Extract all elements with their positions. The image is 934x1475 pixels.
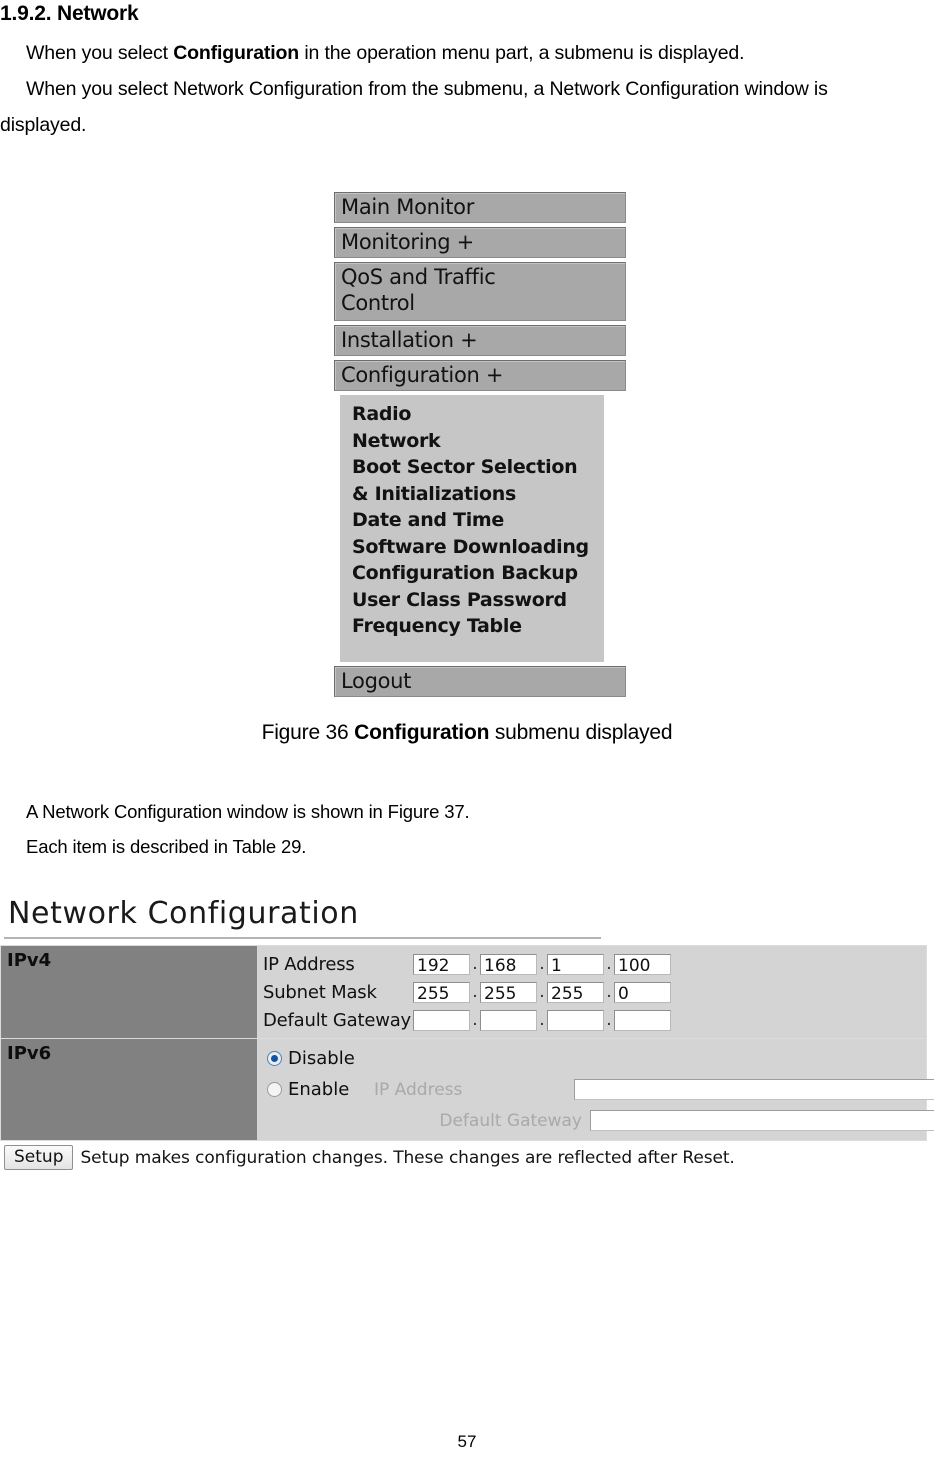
ipv4-section-label: IPv4 xyxy=(1,946,257,1038)
ipv4-separator-dot: . xyxy=(606,982,612,1002)
submenu-item-initializations[interactable]: & Initializations xyxy=(352,481,604,508)
ipv4-subnet-mask-octet-1[interactable]: 255 xyxy=(413,981,470,1004)
ipv4-subnet-mask-row: Subnet Mask 255 . 255 . 255 . 0 xyxy=(263,978,926,1006)
ipv4-default-gateway-octet-4[interactable] xyxy=(614,1009,671,1031)
submenu-item-network[interactable]: Network xyxy=(352,428,604,455)
menu-item-qos-line-1: QoS and Traffic xyxy=(341,265,496,289)
submenu-item-software-downloading[interactable]: Software Downloading xyxy=(352,534,604,561)
ipv4-separator-dot: . xyxy=(472,982,478,1002)
page-heading: 1.9.2. Network xyxy=(0,2,139,25)
ipv4-default-gateway-row: Default Gateway . . . xyxy=(263,1006,926,1034)
intro-paragraph-1: When you select Configuration in the ope… xyxy=(26,36,745,70)
ipv4-ip-address-label: IP Address xyxy=(263,953,355,975)
configuration-submenu-panel: Radio Network Boot Sector Selection & In… xyxy=(340,395,604,662)
ipv4-separator-dot: . xyxy=(606,1010,612,1030)
submenu-item-configuration-backup[interactable]: Configuration Backup xyxy=(352,560,604,587)
page-number: 57 xyxy=(457,1432,477,1451)
ipv6-enable-label[interactable]: Enable xyxy=(288,1079,374,1100)
intro-paragraph-3: displayed. xyxy=(0,114,87,136)
setup-bar: Setup Setup makes configuration changes.… xyxy=(0,1141,925,1172)
ipv4-separator-dot: . xyxy=(472,954,478,974)
ipv6-disable-radio[interactable] xyxy=(267,1051,282,1066)
menu-item-qos-and-traffic-control[interactable]: QoS and Traffic Control xyxy=(334,262,626,321)
ipv4-separator-dot: . xyxy=(606,954,612,974)
body-paragraph-table-ref: Each item is described in Table 29. xyxy=(26,836,307,857)
intro-paragraph-1-pre: When you select xyxy=(26,42,174,64)
submenu-item-radio[interactable]: Radio xyxy=(352,401,604,428)
ipv6-section-label: IPv6 xyxy=(1,1039,257,1140)
figure-37-network-configuration-window: Network Configuration IPv4 IP Address 19… xyxy=(0,896,934,1172)
ipv4-ip-address-octet-3[interactable]: 1 xyxy=(547,953,604,976)
ipv6-section: IPv6 Disable Enable IP Address Default G… xyxy=(0,1039,934,1141)
ipv4-default-gateway-label: Default Gateway xyxy=(263,1009,412,1031)
figure-36-caption-post: submenu displayed xyxy=(489,721,673,744)
ipv4-section: IPv4 IP Address 192 . 168 . 1 . 100 Subn… xyxy=(0,945,927,1039)
submenu-item-user-class-password[interactable]: User Class Password xyxy=(352,587,604,614)
ipv4-default-gateway-octet-1[interactable] xyxy=(413,1009,470,1031)
intro-paragraph-2: When you select Network Configuration fr… xyxy=(26,78,828,100)
ipv6-default-gateway-label: Default Gateway xyxy=(439,1110,582,1131)
submenu-item-boot-sector-selection[interactable]: Boot Sector Selection xyxy=(352,454,604,481)
setup-description: Setup makes configuration changes. These… xyxy=(80,1147,735,1168)
ipv4-default-gateway-octet-3[interactable] xyxy=(547,1009,604,1031)
ipv6-enable-row: Enable IP Address xyxy=(263,1074,934,1105)
menu-item-logout[interactable]: Logout xyxy=(334,665,626,697)
setup-button[interactable]: Setup xyxy=(4,1145,74,1170)
ipv6-enable-radio[interactable] xyxy=(267,1082,282,1097)
ipv4-default-gateway-octet-2[interactable] xyxy=(480,1009,537,1031)
intro-paragraph-1-post: in the operation menu part, a submenu is… xyxy=(299,42,745,64)
ipv4-separator-dot: . xyxy=(539,982,545,1002)
menu-item-monitoring[interactable]: Monitoring + xyxy=(334,227,626,258)
ipv4-ip-address-octet-1[interactable]: 192 xyxy=(413,953,470,976)
network-configuration-title: Network Configuration xyxy=(8,896,359,931)
ipv4-subnet-mask-octet-2[interactable]: 255 xyxy=(480,981,537,1004)
document-page: 1.9.2. Network When you select Configura… xyxy=(0,0,934,1475)
menu-item-installation[interactable]: Installation + xyxy=(334,325,626,356)
submenu-item-date-and-time[interactable]: Date and Time xyxy=(352,507,604,534)
submenu-item-frequency-table[interactable]: Frequency Table xyxy=(352,613,604,640)
body-paragraph-figure-ref: A Network Configuration window is shown … xyxy=(26,801,470,822)
ipv6-default-gateway-input[interactable] xyxy=(590,1110,934,1131)
ipv4-subnet-mask-octet-3[interactable]: 255 xyxy=(547,981,604,1004)
figure-36-caption-bold: Configuration xyxy=(354,721,490,744)
ipv4-ip-address-octet-2[interactable]: 168 xyxy=(480,953,537,976)
menu-item-configuration[interactable]: Configuration + xyxy=(334,360,626,391)
menu-item-qos-line-2: Control xyxy=(341,291,415,315)
ipv4-ip-address-row: IP Address 192 . 168 . 1 . 100 xyxy=(263,950,926,978)
ipv4-fields: IP Address 192 . 168 . 1 . 100 Subnet Ma… xyxy=(257,946,926,1038)
ipv6-ip-address-input[interactable] xyxy=(574,1079,934,1100)
ipv4-ip-address-octet-4[interactable]: 100 xyxy=(614,953,671,976)
ipv4-separator-dot: . xyxy=(539,954,545,974)
figure-36-caption: Figure 36 Configuration submenu displaye… xyxy=(0,721,934,745)
menu-item-main-monitor[interactable]: Main Monitor xyxy=(334,192,626,223)
ipv6-fields: Disable Enable IP Address Default Gatewa… xyxy=(257,1039,934,1140)
ipv4-separator-dot: . xyxy=(539,1010,545,1030)
ipv4-subnet-mask-label: Subnet Mask xyxy=(263,981,377,1003)
figure-36-caption-pre: Figure 36 xyxy=(261,721,355,744)
ipv4-subnet-mask-octet-4[interactable]: 0 xyxy=(614,981,671,1004)
ipv4-separator-dot: . xyxy=(472,1010,478,1030)
ipv6-default-gateway-row: Default Gateway xyxy=(263,1105,934,1136)
figure-36-operation-menu: Main Monitor Monitoring + QoS and Traffi… xyxy=(334,192,626,701)
ipv6-ip-address-label: IP Address xyxy=(374,1079,463,1100)
ipv6-disable-label[interactable]: Disable xyxy=(288,1048,374,1069)
title-divider xyxy=(4,937,601,939)
ipv6-disable-row: Disable xyxy=(263,1043,934,1074)
intro-paragraph-1-bold: Configuration xyxy=(173,42,300,64)
